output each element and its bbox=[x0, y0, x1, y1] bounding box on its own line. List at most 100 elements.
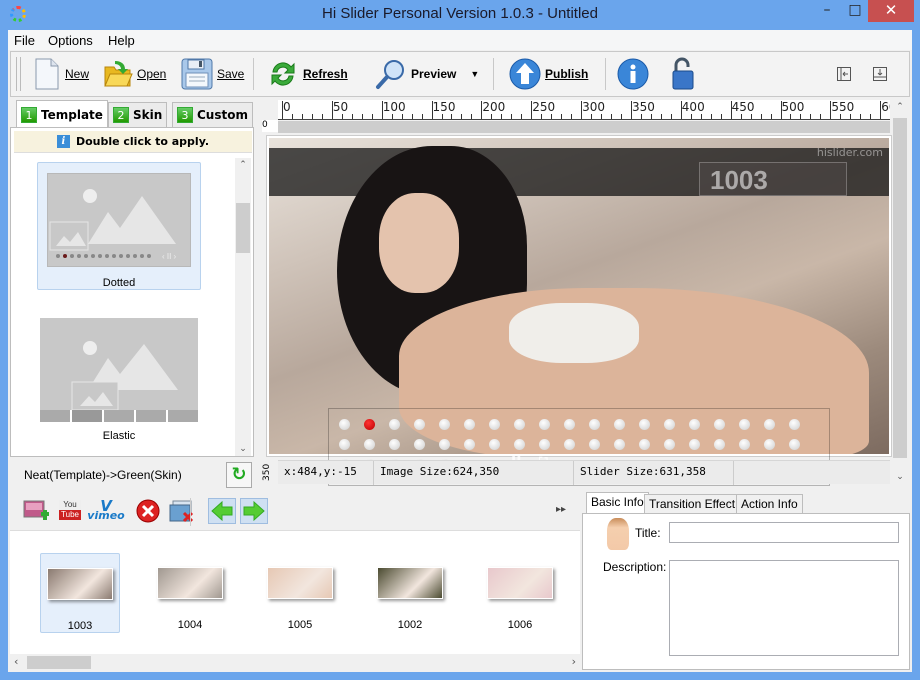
scroll-thumb[interactable] bbox=[27, 656, 91, 669]
slider-dot[interactable] bbox=[564, 419, 575, 430]
add-vimeo-button[interactable]: Vvimeo bbox=[87, 498, 124, 524]
menu-options[interactable]: Options bbox=[48, 33, 93, 48]
publish-button[interactable]: Publish bbox=[509, 56, 588, 92]
slide-item[interactable]: 1006 bbox=[480, 553, 560, 633]
slider-dot[interactable] bbox=[714, 439, 725, 450]
add-image-button[interactable] bbox=[22, 498, 50, 524]
slider-dot[interactable] bbox=[689, 419, 700, 430]
slider-dot[interactable] bbox=[764, 419, 775, 430]
tab-skin[interactable]: 2 Skin bbox=[108, 102, 168, 127]
slide-item[interactable]: 1002 bbox=[370, 553, 450, 633]
slider-dot[interactable] bbox=[689, 439, 700, 450]
new-document-icon bbox=[35, 58, 59, 90]
new-button[interactable]: New bbox=[33, 56, 89, 92]
scroll-thumb[interactable] bbox=[893, 118, 907, 458]
placeholder-image-icon: ‹ II › bbox=[49, 189, 177, 261]
refresh-button[interactable]: Refresh bbox=[267, 56, 348, 92]
maximize-button[interactable]: □ bbox=[840, 0, 870, 22]
slider-dot[interactable] bbox=[664, 439, 675, 450]
template-item-elastic[interactable]: Elastic bbox=[37, 318, 201, 446]
slider-dot[interactable] bbox=[714, 419, 725, 430]
slider-dot[interactable] bbox=[639, 419, 650, 430]
close-button[interactable]: ✕ bbox=[868, 0, 914, 22]
slider-dot[interactable] bbox=[614, 439, 625, 450]
about-button[interactable] bbox=[617, 56, 649, 92]
tab-transition-effect[interactable]: Transition Effect bbox=[644, 494, 741, 514]
slider-dot[interactable] bbox=[389, 439, 400, 450]
register-button[interactable] bbox=[671, 56, 695, 92]
slider-dot[interactable] bbox=[414, 439, 425, 450]
slider-dot[interactable] bbox=[464, 419, 475, 430]
menu-file[interactable]: File bbox=[14, 33, 35, 48]
scroll-right-icon[interactable]: › bbox=[572, 655, 576, 668]
delete-slide-button[interactable] bbox=[134, 498, 162, 524]
menu-help[interactable]: Help bbox=[108, 33, 135, 48]
slide-item[interactable]: 1004 bbox=[150, 553, 230, 633]
slider-dot[interactable] bbox=[589, 439, 600, 450]
description-textarea[interactable] bbox=[669, 560, 899, 656]
move-left-button[interactable] bbox=[208, 498, 236, 524]
double-chevron-right-icon[interactable]: ▸▸ bbox=[556, 504, 566, 515]
scroll-thumb[interactable] bbox=[236, 203, 250, 253]
slider-dot[interactable] bbox=[539, 419, 550, 430]
slides-scrollbar[interactable]: ‹ › bbox=[10, 654, 580, 671]
slider-dot[interactable] bbox=[464, 439, 475, 450]
canvas-area: 0 50 100 150 200 250 300 350 400 450 500 550 60 0 hi… bbox=[260, 98, 910, 490]
slide-item[interactable]: 1005 bbox=[260, 553, 340, 633]
slider-dot[interactable] bbox=[639, 439, 650, 450]
minimize-button[interactable]: – bbox=[812, 0, 842, 22]
layout-left-button[interactable] bbox=[837, 56, 851, 92]
scroll-left-icon[interactable]: ‹ bbox=[14, 655, 18, 668]
slider-dot[interactable] bbox=[789, 419, 800, 430]
preview-button[interactable]: Preview ▼ bbox=[375, 56, 479, 92]
title-input[interactable] bbox=[669, 522, 899, 543]
slider-dot[interactable] bbox=[739, 419, 750, 430]
template-panel: 1 Template 2 Skin 3 Custom i Double clic… bbox=[10, 100, 256, 490]
slider-dot[interactable] bbox=[764, 439, 775, 450]
layout-bottom-button[interactable] bbox=[873, 56, 887, 92]
move-right-button[interactable] bbox=[240, 498, 268, 524]
add-youtube-button[interactable]: You Tube bbox=[56, 498, 84, 524]
slider-dot[interactable] bbox=[389, 419, 400, 430]
slide-item[interactable]: 1003 bbox=[40, 553, 120, 633]
slider-dot[interactable] bbox=[514, 419, 525, 430]
slider-dot[interactable] bbox=[339, 439, 350, 450]
delete-all-button[interactable] bbox=[168, 498, 196, 524]
slider-dot[interactable] bbox=[439, 439, 450, 450]
tab-template[interactable]: 1 Template bbox=[16, 100, 108, 128]
open-button[interactable]: Open bbox=[103, 56, 166, 92]
slider-dot[interactable] bbox=[439, 419, 450, 430]
slider-dot[interactable] bbox=[514, 439, 525, 450]
slider-dot[interactable] bbox=[564, 439, 575, 450]
slider-dot[interactable] bbox=[364, 419, 375, 430]
scroll-down-icon[interactable]: ⌄ bbox=[235, 444, 251, 454]
scroll-down-icon[interactable]: ⌄ bbox=[892, 472, 908, 482]
slider-dot[interactable] bbox=[414, 419, 425, 430]
slider-dot[interactable] bbox=[539, 439, 550, 450]
apply-refresh-button[interactable]: ↻ bbox=[226, 462, 252, 488]
template-scrollbar[interactable]: ⌃ ⌄ bbox=[235, 158, 251, 456]
ruler-tick bbox=[561, 114, 563, 119]
slider-dot[interactable] bbox=[589, 419, 600, 430]
slider-dot[interactable] bbox=[489, 419, 500, 430]
scroll-up-icon[interactable]: ⌃ bbox=[892, 102, 908, 112]
scroll-up-icon[interactable]: ⌃ bbox=[235, 160, 251, 170]
save-button[interactable]: Save bbox=[181, 56, 244, 92]
hint-bar: i Double click to apply. bbox=[14, 131, 252, 153]
canvas-scrollbar[interactable]: ⌃ ⌄ bbox=[892, 100, 908, 484]
toolbar-grip[interactable] bbox=[16, 57, 21, 91]
tab-action-info[interactable]: Action Info bbox=[736, 494, 803, 514]
tab-custom[interactable]: 3 Custom bbox=[172, 102, 253, 127]
slider-dot[interactable] bbox=[789, 439, 800, 450]
tab-basic-info[interactable]: Basic Info bbox=[586, 492, 649, 514]
slider-dot[interactable] bbox=[364, 439, 375, 450]
preview-dropdown-icon[interactable]: ▼ bbox=[470, 69, 479, 79]
slider-dot[interactable] bbox=[489, 439, 500, 450]
slider-dot[interactable] bbox=[339, 419, 350, 430]
slider-dot[interactable] bbox=[664, 419, 675, 430]
template-item-dotted[interactable]: ‹ II › Dotted bbox=[37, 162, 201, 290]
ruler-tick bbox=[591, 114, 593, 119]
ruler-tick bbox=[461, 114, 463, 119]
slider-dot[interactable] bbox=[739, 439, 750, 450]
slider-dot[interactable] bbox=[614, 419, 625, 430]
